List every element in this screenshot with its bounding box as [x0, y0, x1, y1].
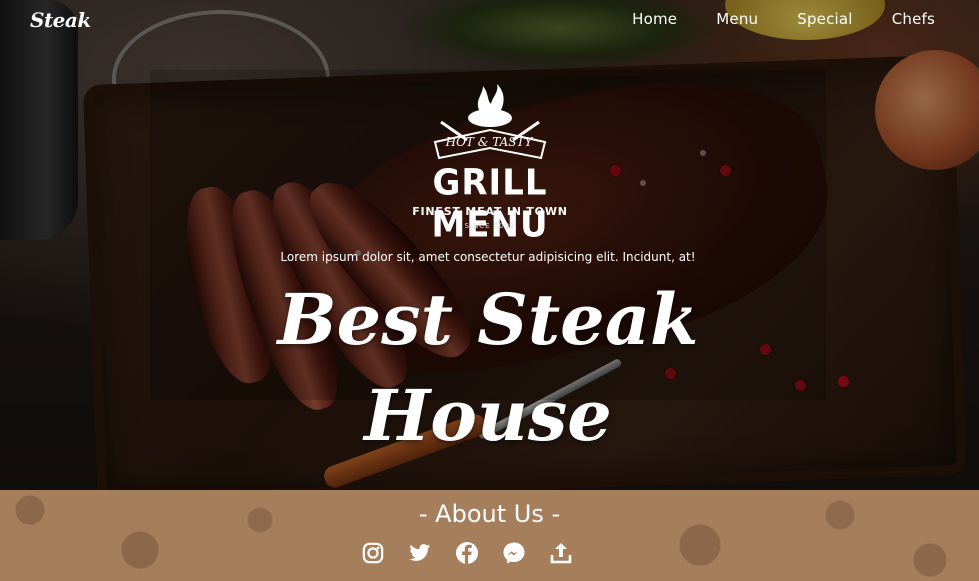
messenger-icon[interactable] [501, 540, 527, 566]
hero-section: Steak Home Menu Special Chefs HOT & TAST… [0, 0, 979, 490]
grill-emblem-icon [433, 84, 547, 160]
hero-headline: Best Steak House [277, 278, 699, 457]
nav-menu: Home Menu Special Chefs [593, 0, 935, 38]
about-section: - About Us - [0, 490, 979, 581]
logo-since: SINCE 2002 [464, 222, 516, 230]
nav-link-special[interactable]: Special [797, 10, 852, 28]
share-icon[interactable] [548, 540, 574, 566]
nav-link-menu[interactable]: Menu [716, 10, 758, 28]
top-navigation: Steak Home Menu Special Chefs [0, 0, 979, 48]
hero-tagline: Lorem ipsum dolor sit, amet consectetur … [280, 250, 696, 264]
social-links [360, 538, 574, 568]
logo-tag: HOT & TASTY [445, 135, 533, 149]
logo-subtitle: FINEST MEAT IN TOWN [412, 205, 568, 218]
nav-link-home[interactable]: Home [632, 10, 677, 28]
twitter-icon[interactable] [407, 540, 433, 566]
instagram-icon[interactable] [360, 540, 386, 566]
about-title: - About Us - [418, 500, 561, 528]
nav-link-chefs[interactable]: Chefs [892, 10, 935, 28]
facebook-icon[interactable] [454, 540, 480, 566]
brand-logo[interactable]: Steak [30, 8, 91, 32]
grill-menu-logo: HOT & TASTY GRILL MENU FINEST MEAT IN TO… [395, 82, 585, 246]
logo-title: GRILL MENU [431, 162, 549, 246]
